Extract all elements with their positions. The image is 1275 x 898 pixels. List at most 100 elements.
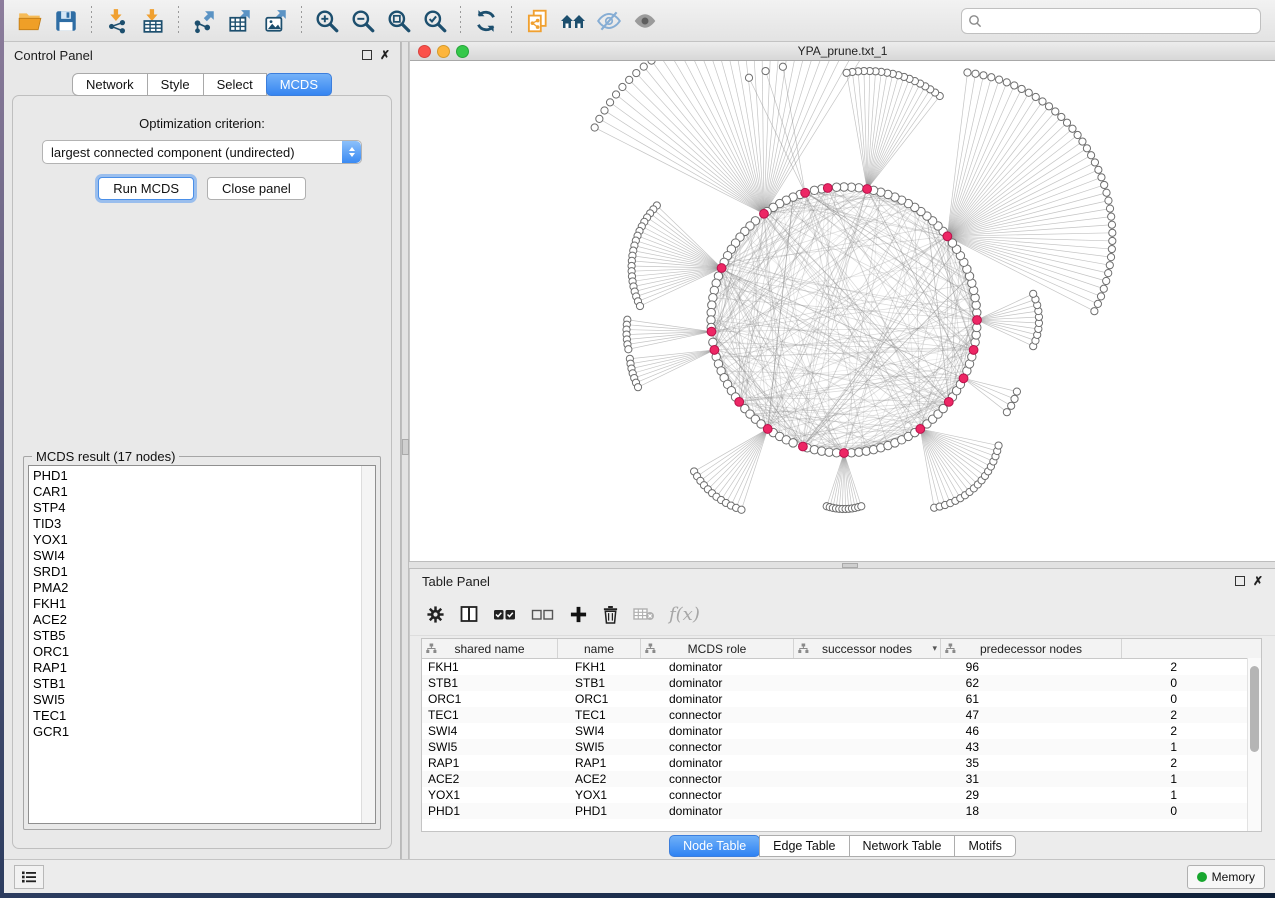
mcds-network-node[interactable]: [799, 442, 808, 451]
mcds-result-node[interactable]: YOX1: [33, 532, 361, 548]
deselect-all-icon[interactable]: [531, 605, 555, 623]
zoom-selected-button[interactable]: [419, 5, 451, 37]
mcds-result-node[interactable]: RAP1: [33, 660, 361, 676]
mcds-result-node[interactable]: GCR1: [33, 724, 361, 740]
tab-style[interactable]: Style: [147, 73, 204, 96]
mcds-result-node[interactable]: STB5: [33, 628, 361, 644]
export-table-button[interactable]: [224, 5, 256, 37]
network-node[interactable]: [634, 384, 641, 391]
mcds-network-node[interactable]: [840, 449, 849, 458]
network-node[interactable]: [1091, 159, 1098, 166]
mcds-result-node[interactable]: TID3: [33, 516, 361, 532]
network-node[interactable]: [1083, 145, 1090, 152]
network-node[interactable]: [1105, 197, 1112, 204]
select-all-icon[interactable]: [493, 605, 517, 623]
column-header-MCDS-role[interactable]: MCDS role: [641, 639, 794, 658]
network-node[interactable]: [591, 124, 598, 131]
column-header-name[interactable]: name: [558, 639, 641, 658]
network-node[interactable]: [762, 67, 769, 74]
network-node[interactable]: [858, 503, 865, 510]
network-node[interactable]: [648, 61, 655, 64]
network-node[interactable]: [1095, 166, 1102, 173]
mcds-result-node[interactable]: ORC1: [33, 644, 361, 660]
refresh-button[interactable]: [470, 5, 502, 37]
run-mcds-button[interactable]: Run MCDS: [98, 177, 194, 200]
close-panel-icon[interactable]: ✗: [380, 49, 390, 61]
network-node[interactable]: [1058, 113, 1065, 120]
save-button[interactable]: [50, 5, 82, 37]
network-canvas[interactable]: [410, 61, 1275, 561]
network-node[interactable]: [996, 76, 1003, 83]
mcds-result-node[interactable]: TEC1: [33, 708, 361, 724]
table-row[interactable]: YOX1YOX1connector291: [422, 787, 1261, 803]
tab-motifs[interactable]: Motifs: [954, 835, 1015, 857]
tab-network[interactable]: Network: [72, 73, 148, 96]
table-scrollbar[interactable]: [1247, 658, 1261, 831]
vertical-splitter[interactable]: [401, 42, 409, 859]
network-node[interactable]: [745, 74, 752, 81]
zoom-fit-button[interactable]: [383, 5, 415, 37]
mcds-network-node[interactable]: [969, 346, 978, 355]
table-row[interactable]: FKH1FKH1dominator962: [422, 659, 1261, 675]
network-node[interactable]: [1087, 152, 1094, 159]
tab-node-table[interactable]: Node Table: [669, 835, 760, 857]
network-node[interactable]: [636, 302, 643, 309]
sort-chevron-icon[interactable]: ▾: [932, 643, 937, 654]
float-table-panel-icon[interactable]: [1235, 576, 1245, 586]
network-node[interactable]: [832, 183, 840, 191]
network-node[interactable]: [1063, 119, 1070, 126]
mcds-network-node[interactable]: [973, 316, 982, 325]
network-node[interactable]: [1008, 402, 1015, 409]
network-node[interactable]: [1101, 181, 1108, 188]
network-node[interactable]: [1109, 229, 1116, 236]
mcds-result-node[interactable]: PMA2: [33, 580, 361, 596]
tab-mcds[interactable]: MCDS: [266, 73, 332, 96]
network-node[interactable]: [1094, 300, 1101, 307]
table-row[interactable]: ORC1ORC1dominator610: [422, 691, 1261, 707]
node-table[interactable]: shared namenameMCDS rolesuccessor nodes▾…: [421, 638, 1262, 832]
mcds-result-node[interactable]: SWI5: [33, 692, 361, 708]
network-node[interactable]: [1079, 138, 1086, 145]
mcds-result-node[interactable]: CAR1: [33, 484, 361, 500]
network-node[interactable]: [633, 69, 640, 76]
network-node[interactable]: [1039, 98, 1046, 105]
import-table-button[interactable]: [137, 5, 169, 37]
network-node[interactable]: [988, 74, 995, 81]
network-node[interactable]: [1103, 189, 1110, 196]
table-row[interactable]: TEC1TEC1connector472: [422, 707, 1261, 723]
task-history-button[interactable]: [14, 865, 44, 889]
mcds-result-node[interactable]: STP4: [33, 500, 361, 516]
network-node[interactable]: [1107, 254, 1114, 261]
mcds-network-node[interactable]: [760, 209, 769, 218]
network-node[interactable]: [1003, 79, 1010, 86]
close-table-panel-icon[interactable]: ✗: [1253, 575, 1263, 587]
network-node[interactable]: [1074, 131, 1081, 138]
network-node[interactable]: [964, 69, 971, 76]
network-node[interactable]: [1013, 388, 1020, 395]
network-node[interactable]: [1003, 409, 1010, 416]
search-input[interactable]: [982, 13, 1254, 29]
mcds-network-node[interactable]: [717, 264, 726, 273]
network-node[interactable]: [709, 338, 717, 346]
network-node[interactable]: [980, 72, 987, 79]
column-header-successor-nodes[interactable]: successor nodes▾: [794, 639, 941, 658]
mcds-result-node[interactable]: FKH1: [33, 596, 361, 612]
table-row[interactable]: PHD1PHD1dominator180: [422, 803, 1261, 819]
network-node[interactable]: [1103, 277, 1110, 284]
memory-button[interactable]: Memory: [1187, 865, 1265, 889]
network-node[interactable]: [626, 76, 633, 83]
network-node[interactable]: [1106, 262, 1113, 269]
network-node[interactable]: [1109, 237, 1116, 244]
add-column-icon[interactable]: [569, 605, 588, 624]
close-panel-button[interactable]: Close panel: [207, 177, 306, 200]
mcds-network-node[interactable]: [944, 397, 953, 406]
network-node[interactable]: [843, 69, 850, 76]
column-header-shared-name[interactable]: shared name: [422, 639, 558, 658]
network-node[interactable]: [995, 442, 1002, 449]
open-button[interactable]: [14, 5, 46, 37]
table-row[interactable]: RAP1RAP1dominator352: [422, 755, 1261, 771]
network-node[interactable]: [1105, 270, 1112, 277]
table-scrollbar-thumb[interactable]: [1250, 666, 1259, 752]
network-node[interactable]: [1098, 174, 1105, 181]
mcds-result-node[interactable]: STB1: [33, 676, 361, 692]
